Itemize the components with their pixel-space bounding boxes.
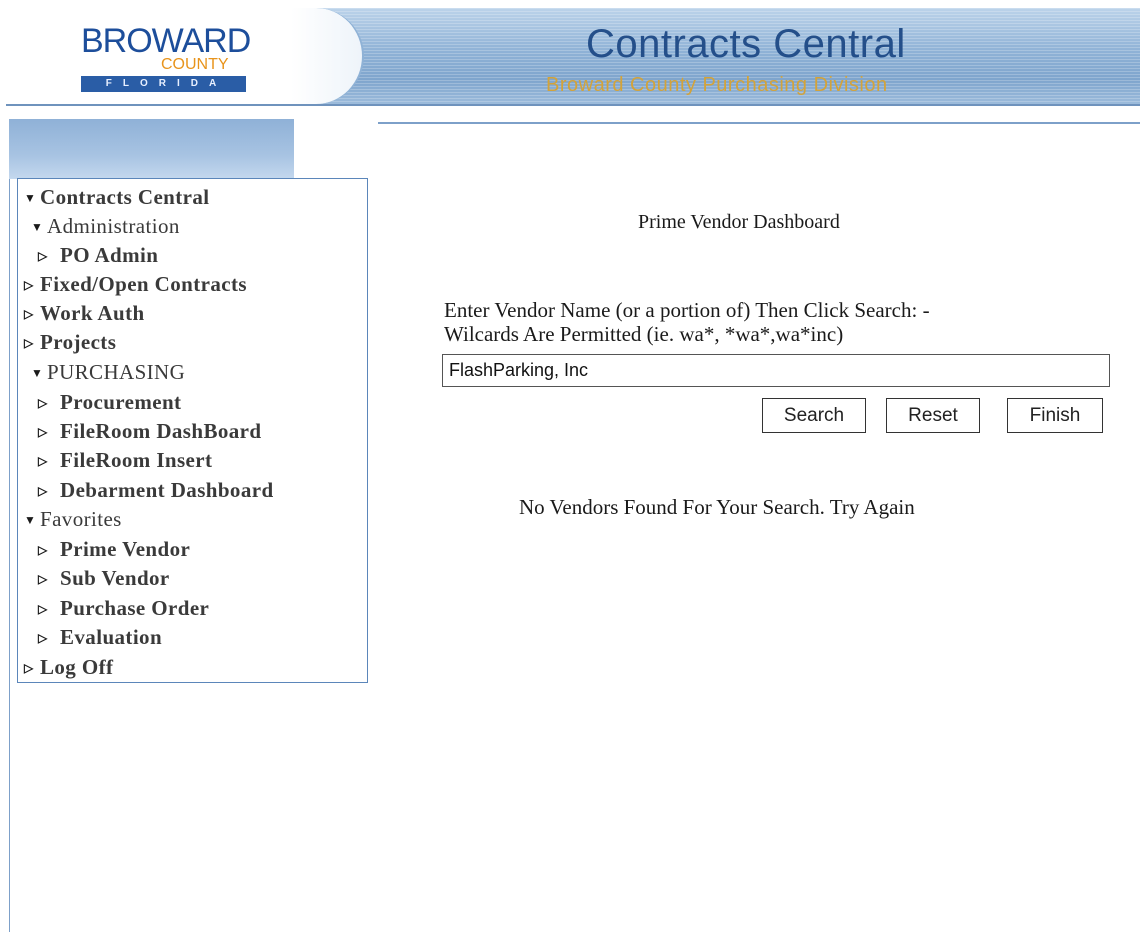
nav-item-log-off[interactable]: ▷ Log Off: [24, 655, 113, 680]
collapsed-arrow-icon: ▷: [38, 425, 48, 439]
nav-label: Evaluation: [60, 625, 163, 649]
expanded-arrow-icon: ▼: [31, 220, 44, 234]
collapsed-arrow-icon: ▷: [38, 454, 48, 468]
nav-item-purchase-order[interactable]: ▷ Purchase Order: [38, 596, 209, 621]
nav-label: PURCHASING: [47, 360, 186, 384]
logo-county-text: COUNTY: [161, 56, 229, 73]
nav-item-fileroom-insert[interactable]: ▷ FileRoom Insert: [38, 448, 212, 473]
nav-label: PO Admin: [60, 243, 159, 267]
nav-label: Sub Vendor: [60, 566, 170, 590]
nav-label: Log Off: [40, 655, 114, 679]
nav-item-administration[interactable]: ▼ Administration: [31, 214, 180, 239]
nav-label: FileRoom Insert: [60, 448, 213, 472]
nav-item-fixed-open-contracts[interactable]: ▷ Fixed/Open Contracts: [24, 272, 247, 297]
page-title: Prime Vendor Dashboard: [638, 211, 840, 233]
collapsed-arrow-icon: ▷: [24, 336, 34, 350]
nav-label: Administration: [47, 214, 180, 238]
nav-item-favorites[interactable]: ▼ Favorites: [24, 507, 122, 532]
site-subtitle: Broward County Purchasing Division: [546, 74, 888, 96]
nav-label: Debarment Dashboard: [60, 478, 274, 502]
collapsed-arrow-icon: ▷: [38, 249, 48, 263]
collapsed-arrow-icon: ▷: [24, 278, 34, 292]
nav-label: Projects: [40, 330, 117, 354]
collapsed-arrow-icon: ▷: [24, 307, 34, 321]
nav-label: Favorites: [40, 507, 122, 531]
sidebar-left-border: [9, 119, 10, 932]
sidebar-header-graphic: [9, 119, 294, 179]
expanded-arrow-icon: ▼: [24, 191, 37, 205]
collapsed-arrow-icon: ▷: [38, 543, 48, 557]
reset-button[interactable]: Reset: [886, 398, 980, 433]
nav-label: Fixed/Open Contracts: [40, 272, 247, 296]
nav-item-contracts-central[interactable]: ▼ Contracts Central: [24, 185, 210, 210]
site-title: Contracts Central: [586, 22, 906, 66]
collapsed-arrow-icon: ▷: [38, 631, 48, 645]
nav-item-prime-vendor[interactable]: ▷ Prime Vendor: [38, 537, 190, 562]
header-banner: BROWARD COUNTY FLORIDA Contracts Central…: [6, 8, 1140, 106]
nav-item-po-admin[interactable]: ▷ PO Admin: [38, 243, 158, 268]
nav-label: Prime Vendor: [60, 537, 191, 561]
nav-item-purchasing[interactable]: ▼ PURCHASING: [31, 360, 185, 385]
search-instruction-line1: Enter Vendor Name (or a portion of) Then…: [444, 298, 930, 322]
collapsed-arrow-icon: ▷: [38, 572, 48, 586]
nav-label: Purchase Order: [60, 596, 210, 620]
search-instruction-line2: Wilcards Are Permitted (ie. wa*, *wa*,wa…: [444, 322, 844, 346]
nav-item-fileroom-dashboard[interactable]: ▷ FileRoom DashBoard: [38, 419, 261, 444]
expanded-arrow-icon: ▼: [31, 366, 44, 380]
collapsed-arrow-icon: ▷: [38, 602, 48, 616]
nav-item-evaluation[interactable]: ▷ Evaluation: [38, 625, 162, 650]
nav-label: Work Auth: [40, 301, 145, 325]
collapsed-arrow-icon: ▷: [24, 661, 34, 675]
collapsed-arrow-icon: ▷: [38, 484, 48, 498]
collapsed-arrow-icon: ▷: [38, 396, 48, 410]
nav-item-procurement[interactable]: ▷ Procurement: [38, 390, 181, 415]
finish-button[interactable]: Finish: [1007, 398, 1103, 433]
nav-item-sub-vendor[interactable]: ▷ Sub Vendor: [38, 566, 170, 591]
vendor-name-input[interactable]: [442, 354, 1110, 387]
search-result-message: No Vendors Found For Your Search. Try Ag…: [519, 495, 915, 519]
content-divider: [378, 122, 1140, 124]
nav-label: Procurement: [60, 390, 182, 414]
sidebar-nav: ▼ Contracts Central ▼ Administration ▷ PO A…: [17, 178, 368, 683]
broward-county-logo[interactable]: BROWARD COUNTY FLORIDA: [6, 8, 364, 104]
nav-item-projects[interactable]: ▷ Projects: [24, 330, 116, 355]
nav-label: FileRoom DashBoard: [60, 419, 262, 443]
nav-label: Contracts Central: [40, 185, 210, 209]
nav-item-work-auth[interactable]: ▷ Work Auth: [24, 301, 145, 326]
nav-item-debarment-dashboard[interactable]: ▷ Debarment Dashboard: [38, 478, 274, 503]
logo-florida-strip: FLORIDA: [81, 76, 246, 92]
search-button[interactable]: Search: [762, 398, 866, 433]
expanded-arrow-icon: ▼: [24, 513, 37, 527]
